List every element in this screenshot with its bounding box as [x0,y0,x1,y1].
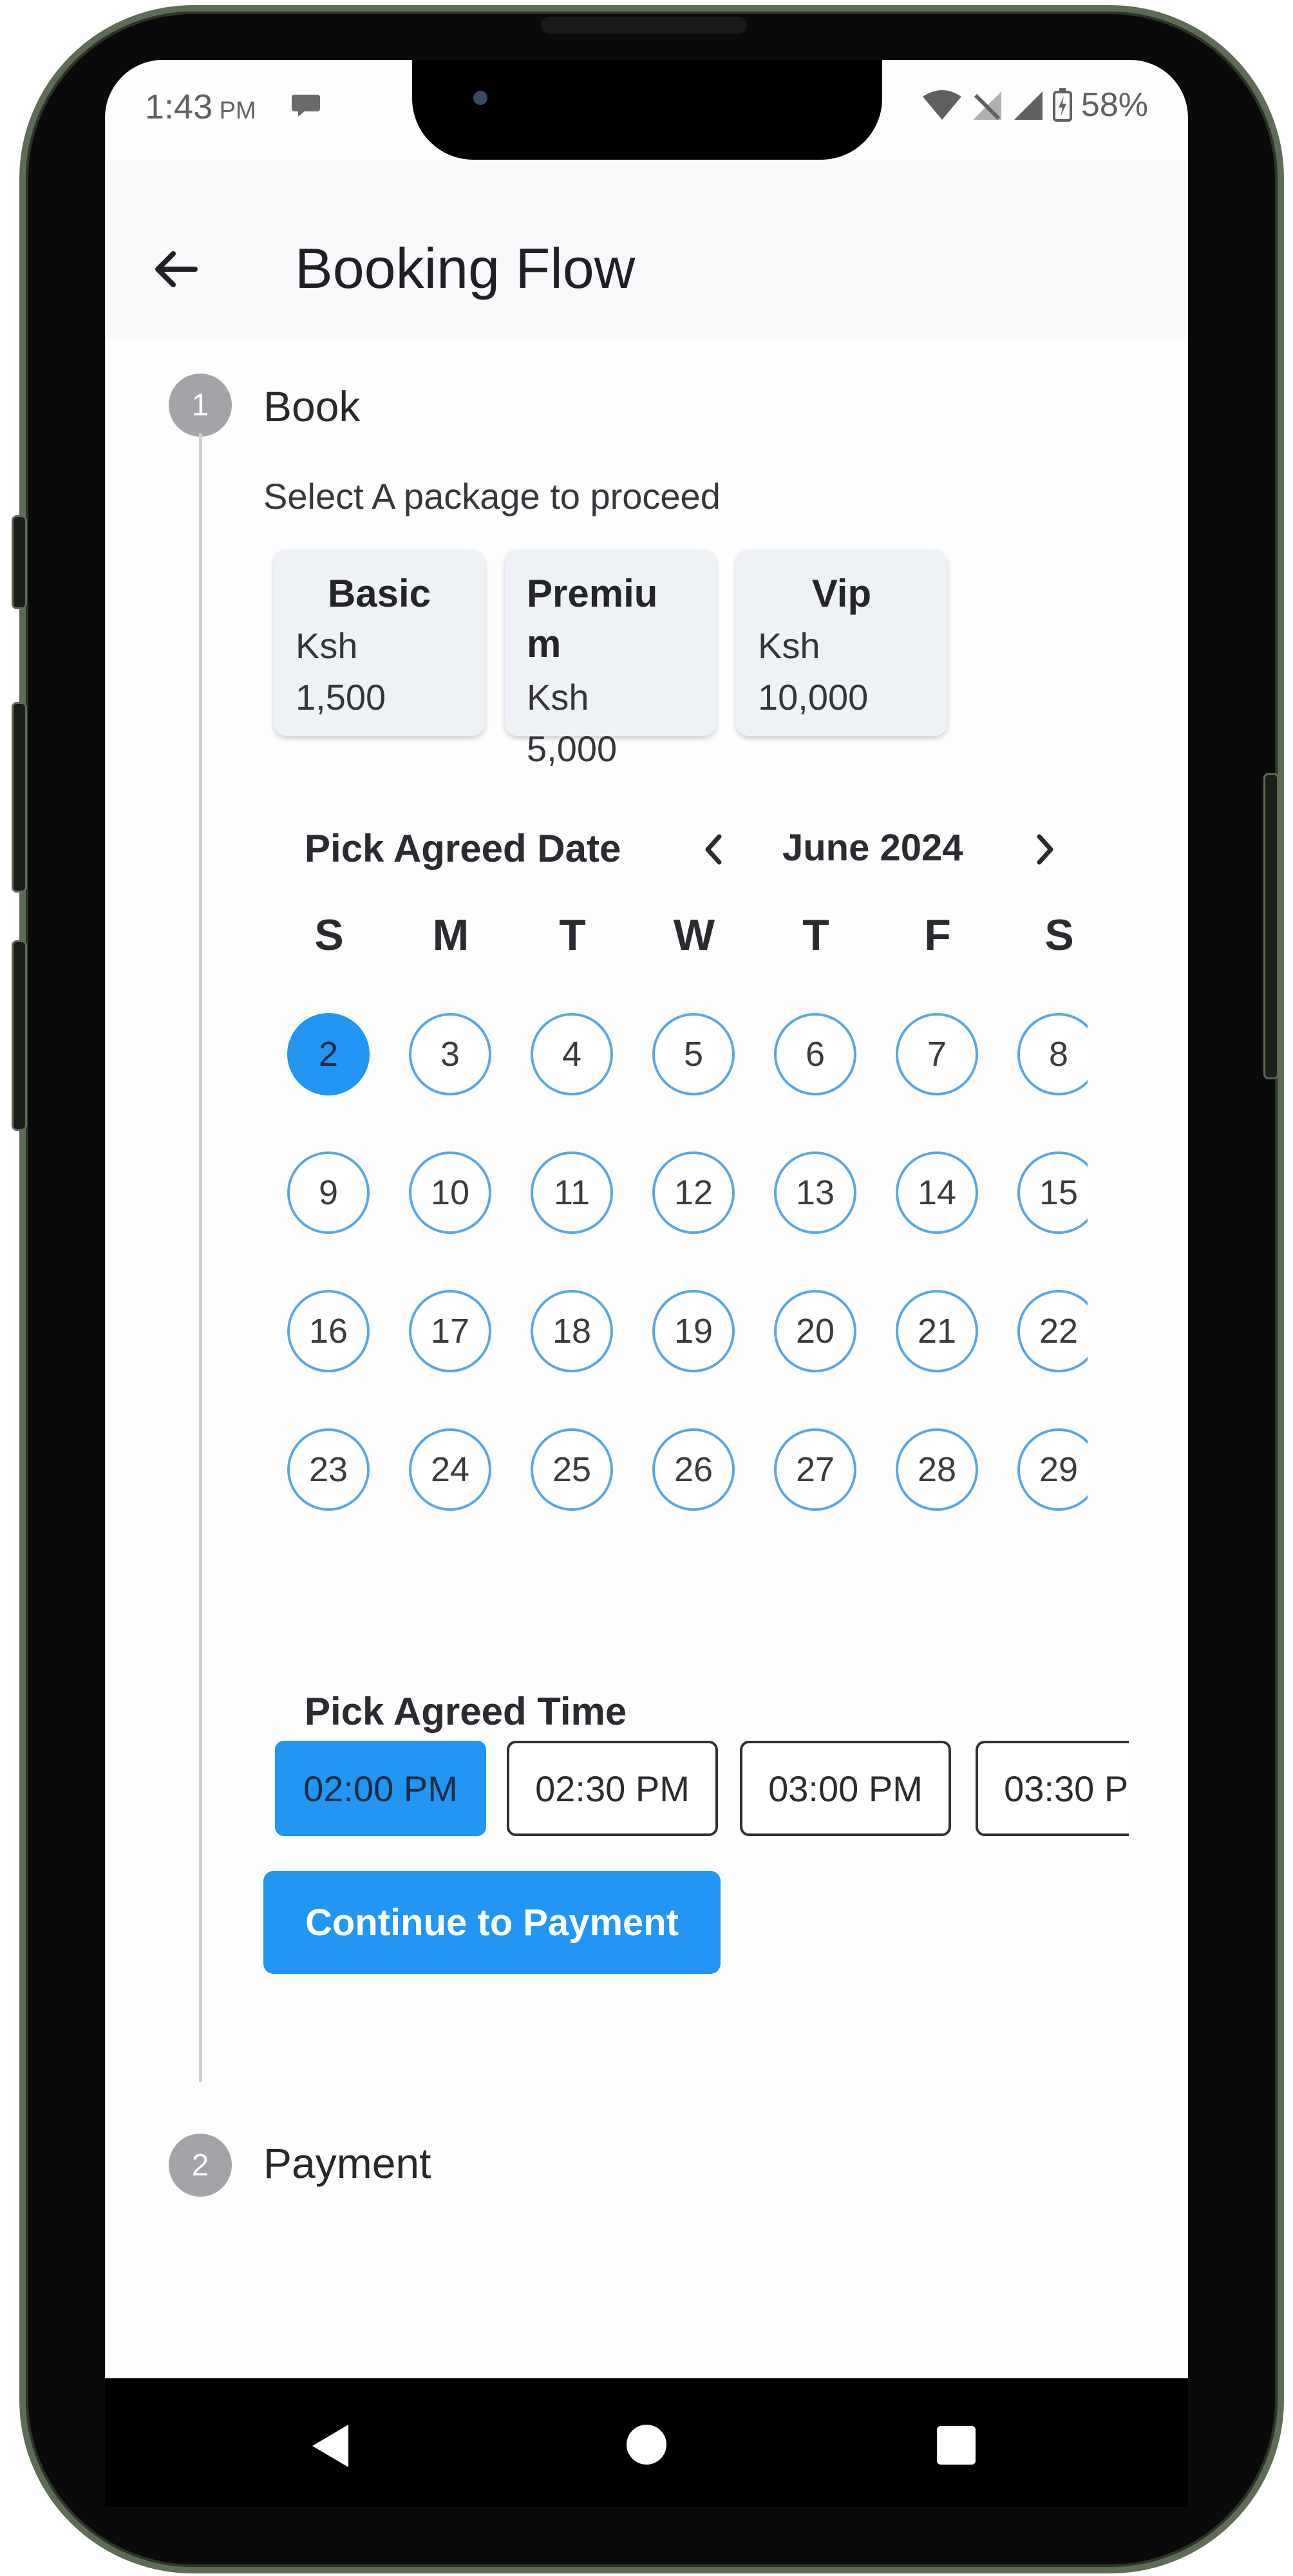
calendar-grid: 2 3 4 5 6 7 8 9 10 11 12 13 14 15 16 17 … [285,1013,1088,1593]
weekday-tue: T [559,911,586,960]
time-slot[interactable]: 03:00 PM [740,1741,951,1836]
calendar-day[interactable]: 7 [896,1013,978,1095]
weekday-sun: S [314,911,344,960]
phone-screen: 1:43 PM 58% Booking Flow 1 Book Select A… [105,60,1188,2378]
package-currency: Ksh [758,625,820,666]
front-camera [473,91,487,105]
calendar-day[interactable]: 29 [1017,1428,1088,1511]
calendar-day[interactable]: 3 [409,1013,491,1095]
weekday-wed: W [673,911,715,960]
status-time: 1:43 PM [145,88,256,126]
calendar-day[interactable]: 9 [287,1151,370,1234]
weekday-thu: T [802,911,829,960]
weekday-mon: M [432,911,469,960]
wifi-icon [922,90,961,120]
step-1-indicator: 1 [169,374,232,437]
package-name: Basic [327,572,431,615]
calendar-day[interactable]: 16 [287,1290,370,1372]
calendar-day[interactable]: 20 [774,1290,856,1372]
nav-recents-icon[interactable] [937,2426,976,2465]
calendar-day[interactable]: 6 [774,1013,856,1095]
calendar-day[interactable]: 25 [531,1428,613,1511]
package-price: 5,000 [527,728,618,769]
calendar-day[interactable]: 2 [287,1013,370,1095]
package-price: 1,500 [296,677,386,717]
arrow-left-icon[interactable] [150,243,202,295]
package-card-vip[interactable]: Vip Ksh 10,000 [736,549,947,736]
month-label: June 2024 [782,827,963,869]
battery-charging-icon [1052,88,1072,122]
phone-power-button [1263,773,1279,1079]
calendar-day[interactable]: 5 [652,1013,735,1095]
calendar-day[interactable]: 19 [652,1290,735,1372]
phone-volume-up-button [12,702,27,893]
package-name: Vip [811,572,872,615]
package-card-premium[interactable]: Premiu m Ksh 5,000 [505,549,716,769]
step-1-label[interactable]: Book [263,382,360,431]
calendar-day[interactable]: 8 [1017,1013,1088,1095]
calendar-day[interactable]: 27 [774,1428,856,1511]
step-2-indicator: 2 [169,2134,232,2197]
camera-notch [412,60,882,160]
time-slot[interactable]: 02:00 PM [275,1741,486,1836]
time-slot[interactable]: 02:30 PM [507,1741,718,1836]
chevron-left-icon[interactable] [697,830,730,869]
calendar-day[interactable]: 14 [896,1151,978,1234]
calendar-day[interactable]: 11 [531,1151,613,1234]
package-currency: Ksh [296,625,358,666]
time-section-title: Pick Agreed Time [305,1690,627,1733]
app-bar: Booking Flow [105,160,1188,339]
phone-side-button [12,515,27,609]
package-name: Premiu m [527,572,658,665]
phone-volume-down-button [12,940,27,1131]
phone-speaker [541,17,747,33]
nav-home-icon[interactable] [627,2425,666,2465]
nav-back-icon[interactable] [311,2423,350,2468]
step-2-label[interactable]: Payment [263,2139,431,2188]
package-price: 10,000 [758,677,869,717]
battery-percentage: 58% [1081,86,1148,124]
calendar-day[interactable]: 12 [652,1151,735,1234]
system-navigation-bar [105,2378,1188,2507]
signal-icon [1014,91,1043,120]
calendar-day[interactable]: 21 [896,1290,978,1372]
chevron-right-icon[interactable] [1029,830,1061,869]
calendar-day[interactable]: 17 [409,1290,491,1372]
calendar-day[interactable]: 10 [409,1151,491,1234]
continue-to-payment-button[interactable]: Continue to Payment [263,1871,721,1974]
time-slot[interactable]: 03:30 PM [976,1741,1129,1836]
weekday-sat: S [1044,911,1074,960]
time-slot-list: 02:00 PM 02:30 PM 03:00 PM 03:30 PM [272,1734,1129,1844]
package-card-basic[interactable]: Basic Ksh 1,500 [274,549,485,736]
calendar-day[interactable]: 13 [774,1151,856,1234]
stepper-connector-line [199,433,202,2082]
calendar-day[interactable]: 18 [531,1290,613,1372]
calendar-day[interactable]: 4 [531,1013,613,1095]
page-title: Booking Flow [295,236,636,300]
package-currency: Ksh [527,677,589,717]
weekday-fri: F [924,911,951,960]
status-indicators: 58% [922,86,1148,124]
calendar-day[interactable]: 22 [1017,1290,1088,1372]
calendar-day[interactable]: 24 [409,1428,491,1511]
calendar-day[interactable]: 28 [896,1428,978,1511]
calendar-day[interactable]: 15 [1017,1151,1088,1234]
date-section-title: Pick Agreed Date [305,827,621,870]
package-instruction: Select A package to proceed [263,476,721,516]
signal-no-data-icon [972,91,1001,120]
chat-bubble-icon [292,95,320,117]
calendar-day[interactable]: 23 [287,1428,370,1511]
calendar-day[interactable]: 26 [652,1428,735,1511]
